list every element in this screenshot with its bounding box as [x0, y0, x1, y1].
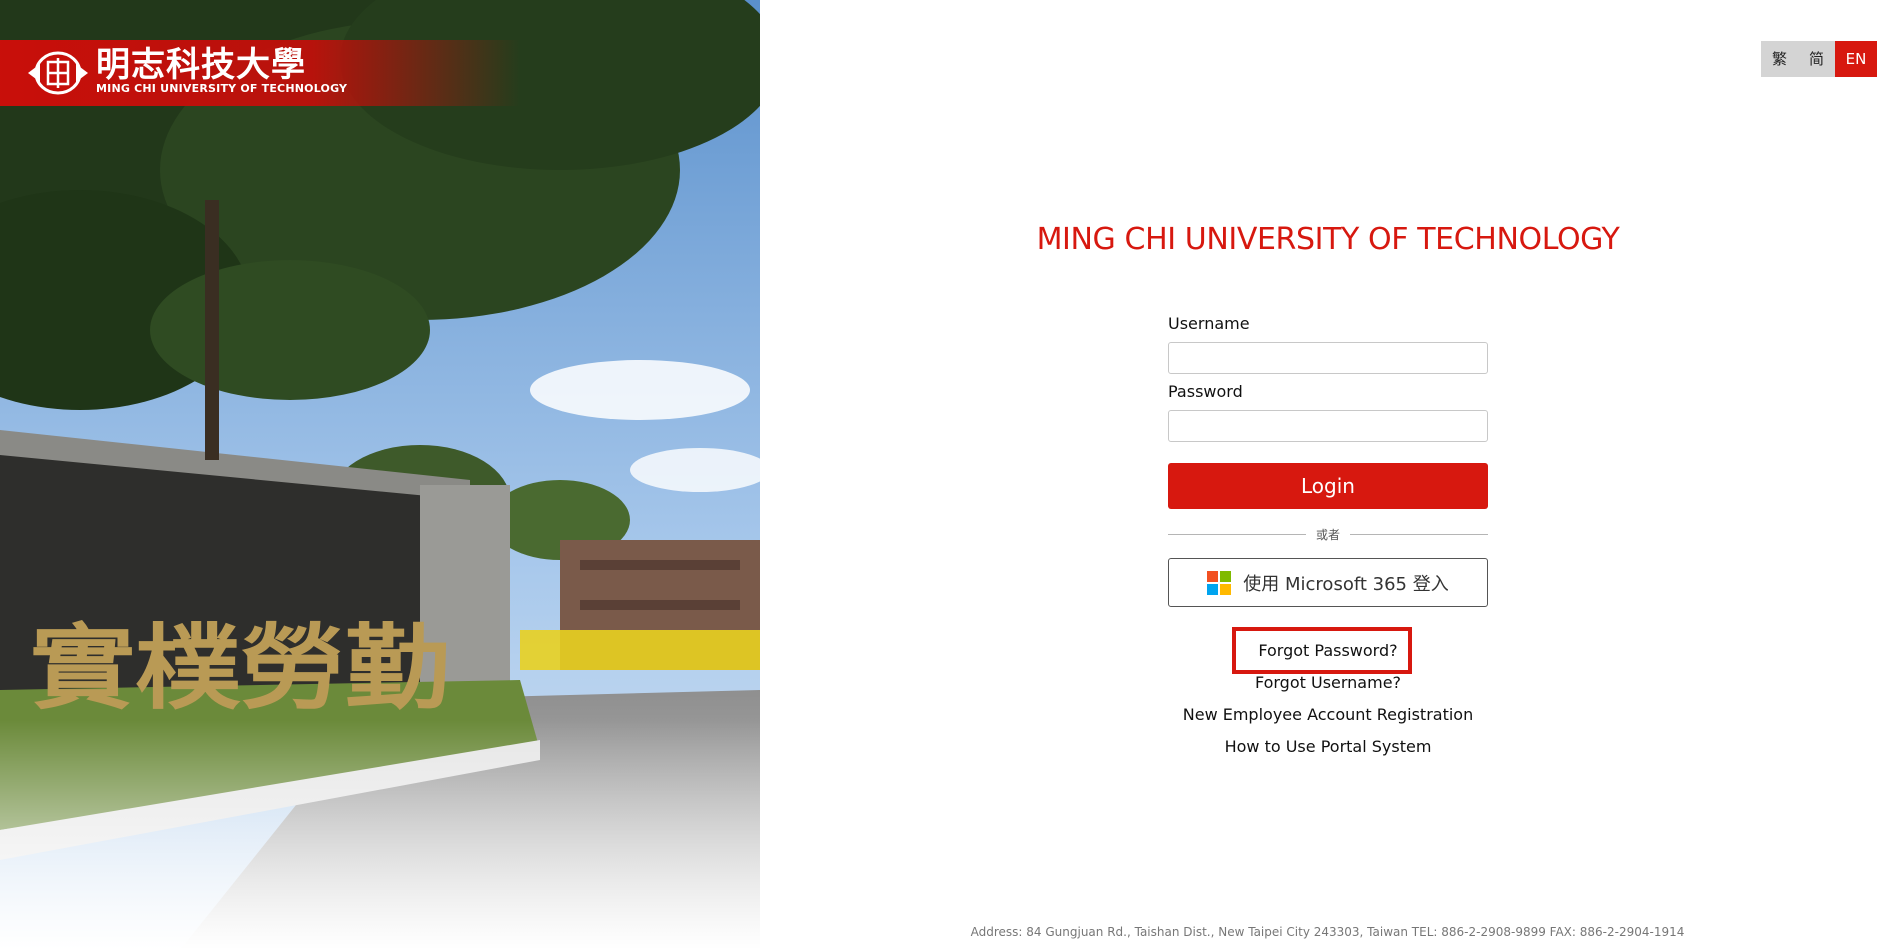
- language-switcher: 繁 简 EN: [1761, 41, 1877, 77]
- portal-help-link[interactable]: How to Use Portal System: [1100, 737, 1556, 756]
- university-emblem-icon: [28, 51, 88, 95]
- campus-photo: 實樸勞勤 明志科技大學 MING CHI UNIVERSITY OF TECHN…: [0, 0, 760, 950]
- microsoft-logo-icon: [1207, 570, 1232, 595]
- logo-english-name: MING CHI UNIVERSITY OF TECHNOLOGY: [96, 82, 348, 95]
- campus-photo-illustration: 實樸勞勤: [0, 0, 760, 950]
- or-label: 或者: [1316, 527, 1341, 542]
- forgot-username-link[interactable]: Forgot Username?: [1100, 673, 1556, 692]
- microsoft-365-login-label: 使用 Microsoft 365 登入: [1243, 573, 1449, 595]
- language-traditional-chinese[interactable]: 繁: [1761, 41, 1798, 77]
- username-field[interactable]: [1168, 342, 1488, 374]
- footer-address: Address: 84 Gungjuan Rd., Taishan Dist.,…: [970, 925, 1685, 939]
- login-button[interactable]: Login: [1168, 463, 1488, 509]
- new-employee-registration-link[interactable]: New Employee Account Registration: [1100, 705, 1556, 724]
- language-simplified-chinese[interactable]: 简: [1798, 41, 1835, 77]
- or-divider: 或者: [1168, 524, 1489, 544]
- password-label: Password: [1168, 382, 1243, 401]
- divider-line-left: [1168, 533, 1306, 535]
- gate-inscription: 實樸勞勤: [30, 614, 450, 722]
- login-page: 實樸勞勤 明志科技大學 MING CHI UNIVERSITY OF TECHN…: [0, 0, 1895, 950]
- language-english[interactable]: EN: [1835, 41, 1877, 77]
- divider-line-right: [1350, 533, 1489, 535]
- microsoft-365-login-button[interactable]: 使用 Microsoft 365 登入: [1168, 558, 1488, 607]
- logo-chinese-name: 明志科技大學: [96, 45, 306, 85]
- page-title: MING CHI UNIVERSITY OF TECHNOLOGY: [1036, 222, 1620, 257]
- forgot-password-link[interactable]: Forgot Password?: [1100, 641, 1556, 660]
- username-label: Username: [1168, 314, 1250, 333]
- password-field[interactable]: [1168, 410, 1488, 442]
